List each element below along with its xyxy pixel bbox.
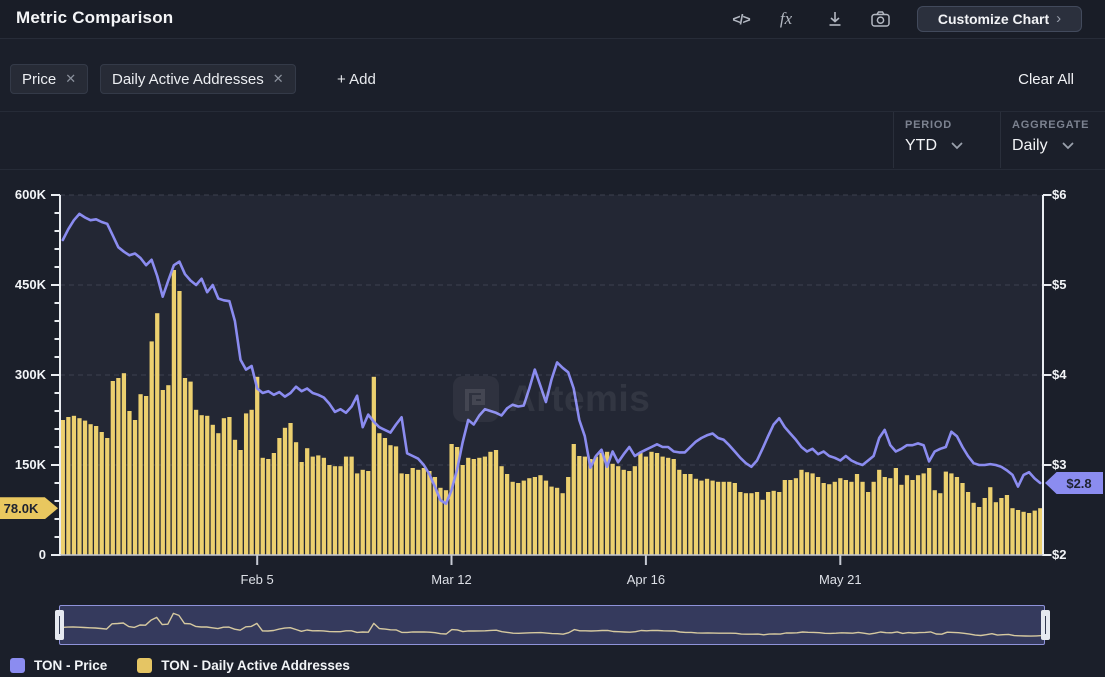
right-axis-tick-label: $5 [1052, 276, 1066, 294]
period-label: PERIOD [905, 119, 963, 131]
left-axis-tick-label: 150K [0, 456, 46, 474]
legend-label: TON - Daily Active Addresses [161, 658, 350, 673]
current-value-badge-price: $2.8 [1045, 472, 1103, 494]
legend: TON - Price TON - Daily Active Addresses [10, 658, 350, 673]
x-axis-tick-label: May 21 [819, 572, 862, 587]
divider [0, 169, 1105, 170]
embed-code-icon[interactable]: </> [727, 7, 755, 31]
clear-all-button[interactable]: Clear All [1018, 71, 1074, 88]
close-icon[interactable]: ✕ [273, 71, 284, 87]
metric-chip-label: Daily Active Addresses [112, 71, 264, 88]
page-title: Metric Comparison [16, 8, 173, 28]
aggregate-selector[interactable]: AGGREGATE Daily [1012, 119, 1089, 155]
aggregate-value: Daily [1012, 137, 1048, 155]
legend-item-daily-active-addresses[interactable]: TON - Daily Active Addresses [137, 658, 350, 673]
aggregate-label: AGGREGATE [1012, 119, 1089, 131]
chevron-down-icon [951, 142, 963, 150]
add-metric-button[interactable]: + Add [337, 71, 376, 88]
chevron-right-icon: › [1056, 11, 1061, 26]
customize-chart-label: Customize Chart [938, 11, 1049, 27]
formula-fx-icon[interactable]: fx [773, 7, 799, 31]
legend-item-price[interactable]: TON - Price [10, 658, 107, 673]
right-axis-tick-label: $3 [1052, 456, 1066, 474]
brush-minimap-line [62, 606, 1042, 644]
left-axis-tick-label: 0 [0, 546, 46, 564]
chevron-down-icon [1062, 142, 1074, 150]
price-swatch [10, 658, 25, 673]
left-axis-tick-label: 600K [0, 186, 46, 204]
metric-comparison-chart[interactable] [0, 190, 1105, 570]
x-axis-tick-label: Apr 16 [627, 572, 665, 587]
divider [0, 111, 1105, 112]
divider [893, 112, 894, 168]
metric-chip-label: Price [22, 71, 56, 88]
divider [1000, 112, 1001, 168]
right-axis-tick-label: $6 [1052, 186, 1066, 204]
close-icon[interactable]: ✕ [65, 71, 76, 87]
period-selector[interactable]: PERIOD YTD [905, 119, 963, 155]
customize-chart-button[interactable]: Customize Chart › [917, 6, 1082, 32]
brush-handle-left[interactable] [55, 610, 64, 640]
left-axis-tick-label: 300K [0, 366, 46, 384]
metric-chip-price[interactable]: Price ✕ [10, 64, 88, 94]
x-axis-tick-label: Mar 12 [431, 572, 471, 587]
metric-chip-daily-active-addresses[interactable]: Daily Active Addresses ✕ [100, 64, 296, 94]
period-value: YTD [905, 137, 937, 155]
download-icon[interactable] [822, 7, 848, 31]
brush-handle-right[interactable] [1041, 610, 1050, 640]
x-axis-tick-label: Feb 5 [241, 572, 274, 587]
daily-active-addresses-swatch [137, 658, 152, 673]
time-range-brush[interactable] [59, 605, 1045, 645]
right-axis-tick-label: $4 [1052, 366, 1066, 384]
camera-screenshot-icon[interactable] [866, 7, 894, 31]
right-axis-tick-label: $2 [1052, 546, 1066, 564]
legend-label: TON - Price [34, 658, 107, 673]
left-axis-tick-label: 450K [0, 276, 46, 294]
